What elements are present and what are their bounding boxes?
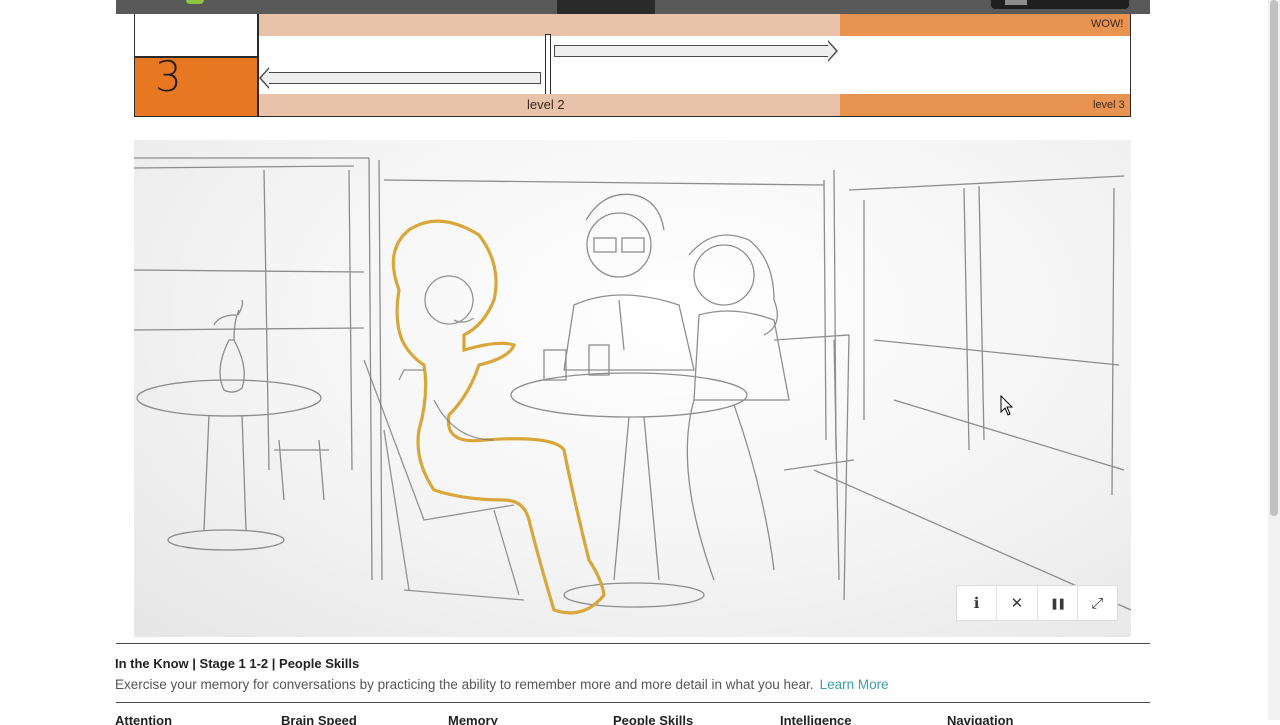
divider xyxy=(116,643,1150,644)
game-description: Exercise your memory for conversations b… xyxy=(115,677,889,692)
close-button[interactable]: ✕ xyxy=(997,586,1038,620)
game-scene[interactable] xyxy=(134,140,1131,637)
top-nav-bar xyxy=(116,0,1150,14)
level-3-segment xyxy=(840,14,1130,36)
tab-people-skills[interactable]: People Skills xyxy=(613,713,693,725)
page-scrollbar[interactable] xyxy=(1268,0,1280,720)
level-progress-panel: 3 WOW! level 2 level 3 xyxy=(134,14,1131,117)
info-button[interactable]: ℹ xyxy=(957,586,998,620)
expand-icon: ⤢ xyxy=(1091,594,1104,612)
close-icon: ✕ xyxy=(1010,595,1024,612)
game-controls: ℹ ✕ ❚❚ ⤢ xyxy=(956,585,1118,621)
level-2-segment xyxy=(259,14,840,36)
mouse-cursor-icon xyxy=(1000,395,1014,416)
info-icon: ℹ xyxy=(973,595,980,612)
scrollbar-thumb[interactable] xyxy=(1270,0,1278,516)
tab-intelligence[interactable]: Intelligence xyxy=(780,713,852,725)
game-title: In the Know | Stage 1 1-2 | People Skill… xyxy=(115,656,360,671)
score-box: 3 xyxy=(135,14,259,116)
logo[interactable] xyxy=(186,0,204,4)
category-tabs: Attention Brain Speed Memory People Skil… xyxy=(115,713,1149,725)
level-3-segment-bottom xyxy=(840,94,1130,116)
tab-brain-speed[interactable]: Brain Speed xyxy=(281,713,357,725)
description-text: Exercise your memory for conversations b… xyxy=(115,677,814,692)
arrow-left-icon xyxy=(259,67,541,89)
user-menu[interactable] xyxy=(991,0,1129,9)
score-number: 3 xyxy=(155,52,182,101)
fullscreen-button[interactable]: ⤢ xyxy=(1078,586,1117,620)
cafe-sketch-illustration xyxy=(134,157,1131,615)
pause-icon: ❚❚ xyxy=(1049,597,1067,610)
level-band-bottom: level 2 level 3 xyxy=(259,94,1130,116)
nav-tab-active[interactable] xyxy=(557,0,655,14)
tab-navigation[interactable]: Navigation xyxy=(947,713,1013,725)
level-band-top: WOW! xyxy=(259,14,1130,36)
level-3-label: level 3 xyxy=(1093,99,1125,111)
level-2-label: level 2 xyxy=(527,97,565,112)
progress-marker xyxy=(545,34,551,96)
tab-attention[interactable]: Attention xyxy=(115,713,172,725)
score-fill xyxy=(135,56,257,116)
tab-memory[interactable]: Memory xyxy=(448,713,498,725)
user-icon xyxy=(1005,0,1027,5)
wow-label: WOW! xyxy=(1091,18,1124,30)
learn-more-link[interactable]: Learn More xyxy=(820,677,889,692)
arrow-right-icon xyxy=(554,40,838,62)
divider-bottom xyxy=(116,702,1150,703)
pause-button[interactable]: ❚❚ xyxy=(1038,586,1078,620)
